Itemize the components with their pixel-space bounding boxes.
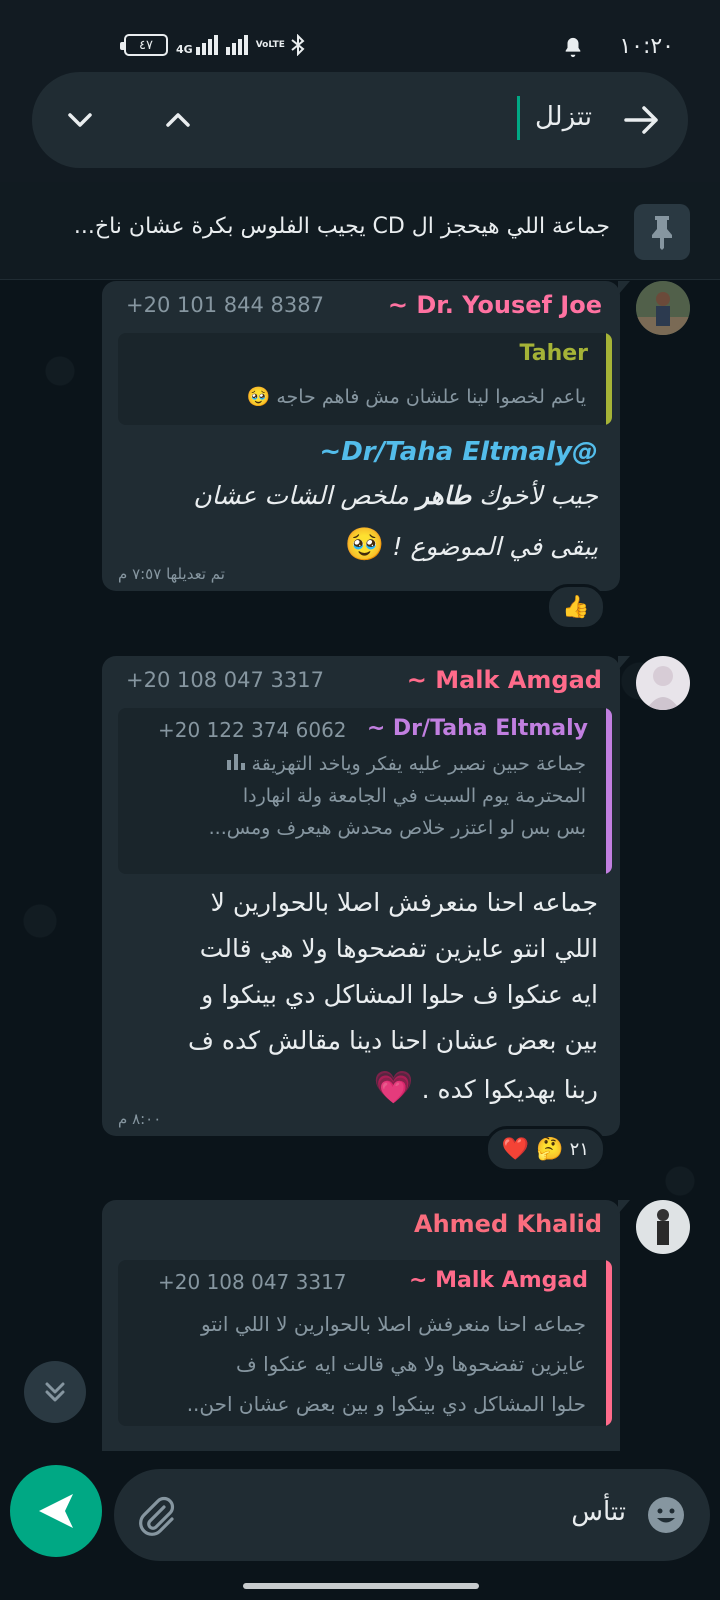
message-header: Ahmed Khalid xyxy=(102,1210,620,1244)
volte-label: VoLTE xyxy=(255,39,285,50)
whatsapp-chat-screen: ٤٧ 4G VoLTE ١٠:٢٠ تتزلل جماعة اللي هيحجز… xyxy=(0,0,720,1600)
message-line: ربنا يهديكوا كده . 💗 xyxy=(112,1064,598,1113)
heart-thinking-reactions: ❤️ 🤔 xyxy=(501,1136,564,1162)
chevron-up-icon[interactable] xyxy=(160,102,196,138)
search-box[interactable]: تتزلل xyxy=(32,72,688,168)
avatar[interactable] xyxy=(636,281,690,335)
pink-heart-icon: 💗 xyxy=(373,1068,414,1106)
sender-phone: +20 101 844 8387 xyxy=(126,293,324,317)
message-line: بين بعض عشان احنا دينا مقالش كده ف xyxy=(188,1026,598,1055)
text-segment: ملخص الشات عشان xyxy=(193,481,417,510)
quoted-text: جماعة حبين نصبر عليه يفكر وياخد التهزيقة… xyxy=(209,748,586,844)
quoted-line: حلوا المشاكل دي بينكوا و بين بعض عشان اح… xyxy=(186,1392,586,1416)
message-line: ايه عنكوا ف حلوا المشاكل دي بينكوا و xyxy=(201,980,598,1009)
scroll-to-bottom-button[interactable] xyxy=(24,1361,86,1423)
crying-face-icon: 🥹 xyxy=(344,525,385,563)
search-input[interactable]: تتزلل xyxy=(535,102,592,132)
battery-icon: ٤٧ xyxy=(120,34,168,56)
mention-link[interactable]: ~Dr/Taha Eltmaly@ xyxy=(118,431,598,473)
text-segment: جيب لأخوك xyxy=(471,481,598,510)
avatar[interactable] xyxy=(636,1200,690,1254)
quoted-line: المحترمة يوم السبت في الجامعة ولة انهارد… xyxy=(242,785,586,807)
quoted-message[interactable]: Taher ياعم لخصوا لينا علشان مش فاهم حاجه… xyxy=(118,333,612,425)
message-bubble[interactable]: Ahmed Khalid ~ Malk Amgad +20 108 047 33… xyxy=(102,1200,630,1470)
message-bubble[interactable]: ~ Malk Amgad +20 108 047 3317 ~ Dr/Taha … xyxy=(102,656,630,1136)
quoted-line: جماعة حبين نصبر عليه يفكر وياخد التهزيقة xyxy=(209,748,586,780)
sender-name[interactable]: ~ Dr. Yousef Joe xyxy=(388,291,602,319)
quoted-line-text: جماعة حبين نصبر عليه يفكر وياخد التهزيقة xyxy=(251,753,586,775)
status-bar: ٤٧ 4G VoLTE ١٠:٢٠ xyxy=(0,0,720,64)
sender-name[interactable]: ~ Malk Amgad xyxy=(407,666,602,694)
quoted-text: جماعه احنا منعرفش اصلا بالحوارين لا اللي… xyxy=(187,1304,586,1424)
quoted-text-content: ياعم لخصوا لينا علشان مش فاهم حاجه xyxy=(276,386,586,408)
quoted-sender: ~ Malk Amgad xyxy=(409,1268,588,1293)
message-line: جيب لأخوك طاهر ملخص الشات عشان xyxy=(118,473,598,519)
quoted-line: جماعه احنا منعرفش اصلا بالحوارين لا اللي… xyxy=(200,1312,586,1336)
crying-face-icon: 🥹 xyxy=(246,386,271,408)
pinned-message-bar[interactable]: جماعة اللي هيحجز ال CD يجيب الفلوس بكرة … xyxy=(0,182,720,280)
message-bubble[interactable]: ~ Dr. Yousef Joe +20 101 844 8387 Taher … xyxy=(102,281,630,591)
reaction-badge[interactable]: 👍 xyxy=(546,584,606,630)
avatar[interactable] xyxy=(636,656,690,710)
notification-bell-icon xyxy=(565,37,581,58)
text-caret xyxy=(517,96,520,140)
text-segment: ربنا يهديكوا كده . xyxy=(421,1075,598,1104)
poll-icon xyxy=(227,748,246,780)
quoted-phone: +20 122 374 6062 xyxy=(158,718,347,742)
chevron-down-icon[interactable] xyxy=(62,102,98,138)
double-chevron-down-icon xyxy=(45,1382,65,1402)
message-input[interactable]: تتأس xyxy=(571,1497,626,1527)
reaction-count: ٢١ xyxy=(569,1138,589,1160)
gesture-nav-bar[interactable] xyxy=(243,1583,479,1589)
emoji-icon[interactable] xyxy=(644,1493,688,1537)
bold-text: طاهر xyxy=(416,481,472,510)
pin-icon xyxy=(634,204,690,260)
quote-bar xyxy=(606,1260,612,1426)
pinned-message-text: جماعة اللي هيحجز ال CD يجيب الفلوس بكرة … xyxy=(73,214,610,239)
battery-level: ٤٧ xyxy=(139,37,153,53)
message-time: تم تعديلها ٧:٥٧ م xyxy=(118,565,225,583)
clock: ١٠:٢٠ xyxy=(619,34,674,59)
quoted-text: ياعم لخصوا لينا علشان مش فاهم حاجه 🥹 xyxy=(247,383,586,411)
composer-bar: تتأس xyxy=(0,1451,720,1600)
paperclip-icon[interactable] xyxy=(134,1493,178,1537)
quoted-line: بس بس لو اعتزر خلاص محدش هيعرف ومس... xyxy=(208,817,586,839)
message-text: جماعه احنا منعرفش اصلا بالحوارين لا اللي… xyxy=(112,880,598,1113)
status-indicators: ٤٧ 4G VoLTE xyxy=(120,34,306,56)
message-header: ~ Malk Amgad +20 108 047 3317 xyxy=(102,666,620,700)
quoted-message[interactable]: ~ Malk Amgad +20 108 047 3317 جماعه احنا… xyxy=(118,1260,612,1426)
signal-icon-2 xyxy=(225,35,248,55)
quoted-phone: +20 108 047 3317 xyxy=(158,1270,347,1294)
thumbs-up-icon: 👍 xyxy=(562,594,590,620)
message-line: اللي انتو عايزين تفضحوها ولا هي قالت xyxy=(199,934,598,963)
message-header: ~ Dr. Yousef Joe +20 101 844 8387 xyxy=(102,291,620,325)
reaction-badge[interactable]: ❤️ 🤔 ٢١ xyxy=(484,1126,606,1172)
sender-name[interactable]: Ahmed Khalid xyxy=(414,1210,602,1238)
back-arrow-icon[interactable] xyxy=(620,98,664,142)
sender-phone: +20 108 047 3317 xyxy=(126,668,324,692)
search-bar: تتزلل xyxy=(0,64,720,182)
network-type: 4G xyxy=(176,43,193,56)
send-button[interactable] xyxy=(10,1465,102,1557)
message-input-box[interactable]: تتأس xyxy=(114,1469,710,1561)
message-text: ~Dr/Taha Eltmaly@ جيب لأخوك طاهر ملخص ال… xyxy=(118,431,598,572)
quoted-line: عايزين تفضحوها ولا هي قالت ايه عنكوا ف xyxy=(236,1352,586,1376)
quoted-sender: ~ Dr/Taha Eltmaly xyxy=(366,716,588,741)
text-segment: يبقى في الموضوع ! xyxy=(392,532,598,561)
message-list[interactable]: ~ Dr. Yousef Joe +20 101 844 8387 Taher … xyxy=(0,281,720,1470)
quoted-sender: Taher xyxy=(519,341,588,366)
message-line: جماعه احنا منعرفش اصلا بالحوارين لا xyxy=(210,888,598,917)
bluetooth-icon xyxy=(291,34,305,56)
send-icon xyxy=(39,1494,73,1528)
quote-bar xyxy=(606,333,612,425)
quote-bar xyxy=(606,708,612,874)
message-time: ٨:٠٠ م xyxy=(118,1110,162,1128)
signal-icon xyxy=(195,35,218,55)
quoted-message[interactable]: ~ Dr/Taha Eltmaly +20 122 374 6062 جماعة… xyxy=(118,708,612,874)
